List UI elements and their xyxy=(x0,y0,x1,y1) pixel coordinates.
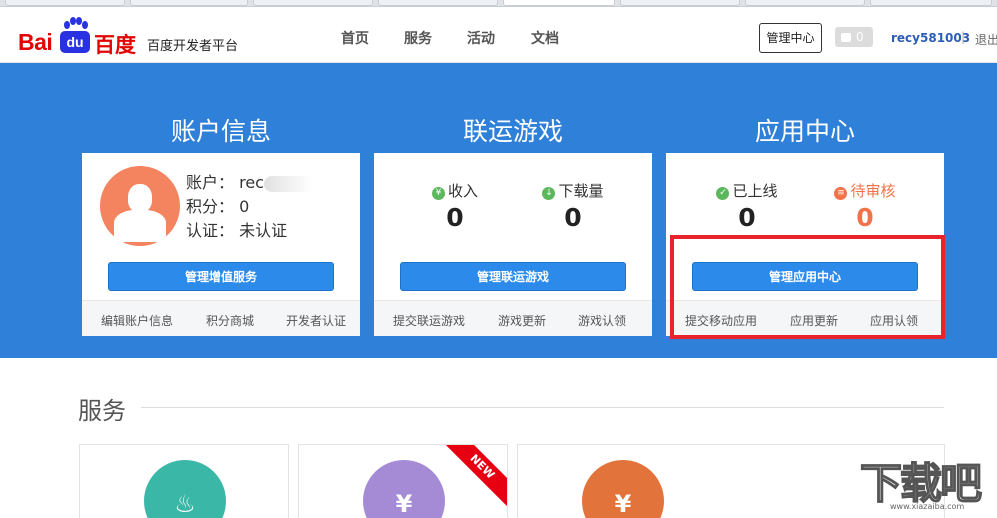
verify-label: 认证： xyxy=(186,221,235,240)
account-label: 账户： xyxy=(186,173,235,192)
pending-stat: ≡ 待审核 0 xyxy=(820,180,910,232)
browser-tab-active[interactable] xyxy=(503,0,615,6)
manage-value-services-button[interactable]: 管理增值服务 xyxy=(108,262,334,291)
annotation-highlight-box xyxy=(670,235,945,339)
nav-home[interactable]: 首页 xyxy=(341,28,369,48)
online-label: 已上线 xyxy=(732,182,778,200)
manage-games-button[interactable]: 管理联运游戏 xyxy=(400,262,626,291)
browser-tab[interactable] xyxy=(253,0,373,6)
games-card-footer: 提交联运游戏 游戏更新 游戏认领 xyxy=(374,300,652,336)
developer-verify-link[interactable]: 开发者认证 xyxy=(286,312,346,329)
blurred-text xyxy=(263,175,314,192)
paw-icon xyxy=(64,17,88,31)
online-stat: ✓ 已上线 0 xyxy=(702,180,792,232)
pending-label: 待审核 xyxy=(850,182,896,200)
new-badge: NEW xyxy=(436,445,507,513)
logo-text-baidu: 百度 xyxy=(94,33,136,57)
service-card[interactable]: ¥ NEW xyxy=(298,444,508,518)
income-label: 收入 xyxy=(447,182,478,200)
list-icon: ≡ xyxy=(834,187,848,200)
pending-value: 0 xyxy=(856,203,874,232)
message-icon xyxy=(841,33,851,42)
joint-games-title: 联运游戏 xyxy=(462,117,563,146)
service-card[interactable]: ♨ xyxy=(79,444,289,518)
flame-icon: ♨ xyxy=(144,460,226,518)
account-row: 账户： rec xyxy=(186,169,314,193)
watermark-url: www.xiazaiba.com xyxy=(890,502,965,511)
income-value: 0 xyxy=(446,203,464,232)
baidu-logo[interactable]: Bai du 百度 xyxy=(18,15,148,57)
nav-docs[interactable]: 文档 xyxy=(531,28,559,48)
avatar-head-icon xyxy=(128,184,152,212)
browser-tab[interactable] xyxy=(745,0,865,6)
edit-account-link[interactable]: 编辑账户信息 xyxy=(101,312,173,329)
points-value: 0 xyxy=(239,197,250,216)
message-count: 0 xyxy=(856,30,864,44)
game-update-link[interactable]: 游戏更新 xyxy=(498,312,546,329)
section-divider xyxy=(141,407,944,408)
games-card: ¥ 收入 0 ↓ 下载量 0 管理联运游戏 提交联运游戏 游戏更新 游戏认领 xyxy=(374,153,652,336)
browser-tab[interactable] xyxy=(870,0,992,6)
points-row: 积分： 0 xyxy=(186,193,249,217)
downloads-stat: ↓ 下载量 0 xyxy=(528,180,618,232)
browser-tab[interactable] xyxy=(620,0,740,6)
services-section-title: 服务 xyxy=(78,397,126,425)
app-center-title: 应用中心 xyxy=(754,117,855,146)
avatar[interactable] xyxy=(100,166,180,246)
verify-value: 未认证 xyxy=(239,221,288,240)
manage-center-button[interactable]: 管理中心 xyxy=(759,23,822,53)
game-claim-link[interactable]: 游戏认领 xyxy=(578,312,626,329)
verify-row: 认证： 未认证 xyxy=(186,217,287,241)
points-label: 积分： xyxy=(186,197,235,216)
logout-link[interactable]: 退出 xyxy=(975,31,997,48)
yen-cycle-icon: ¥ xyxy=(582,460,664,518)
account-card-footer: 编辑账户信息 积分商城 开发者认证 xyxy=(82,300,360,336)
site-header: Bai du 百度 百度开发者平台 首页 服务 活动 文档 管理中心 0 rec… xyxy=(0,7,997,63)
account-value: rec xyxy=(239,173,264,192)
browser-tab-strip xyxy=(0,0,997,7)
income-stat: ¥ 收入 0 xyxy=(410,180,500,232)
username-link[interactable]: recy581003 xyxy=(891,31,970,45)
download-icon: ↓ xyxy=(542,187,556,200)
downloads-label: 下载量 xyxy=(558,182,604,200)
downloads-value: 0 xyxy=(564,203,582,232)
avatar-body-icon xyxy=(114,210,166,242)
account-card: 账户： rec 积分： 0 认证： 未认证 管理增值服务 编辑账户信息 积分商城… xyxy=(82,153,360,336)
nav-activities[interactable]: 活动 xyxy=(467,28,495,48)
platform-title: 百度开发者平台 xyxy=(147,39,239,54)
money-bag-icon: ¥ xyxy=(363,460,445,518)
browser-tab[interactable] xyxy=(378,0,498,6)
submit-game-link[interactable]: 提交联运游戏 xyxy=(393,312,465,329)
message-badge[interactable]: 0 xyxy=(835,27,873,47)
nav-services[interactable]: 服务 xyxy=(404,28,432,48)
logo-text-bai: Bai xyxy=(18,29,53,55)
yen-icon: ¥ xyxy=(431,187,445,200)
online-value: 0 xyxy=(738,203,756,232)
points-mall-link[interactable]: 积分商城 xyxy=(206,312,254,329)
watermark-logo: 下载吧 www.xiazaiba.com xyxy=(859,450,990,511)
logo-text-du: du xyxy=(60,31,90,53)
browser-tab[interactable] xyxy=(5,0,125,6)
account-info-title: 账户信息 xyxy=(170,117,271,146)
header-separator: | xyxy=(961,30,966,44)
check-icon: ✓ xyxy=(716,187,730,200)
browser-tab[interactable] xyxy=(130,0,248,6)
